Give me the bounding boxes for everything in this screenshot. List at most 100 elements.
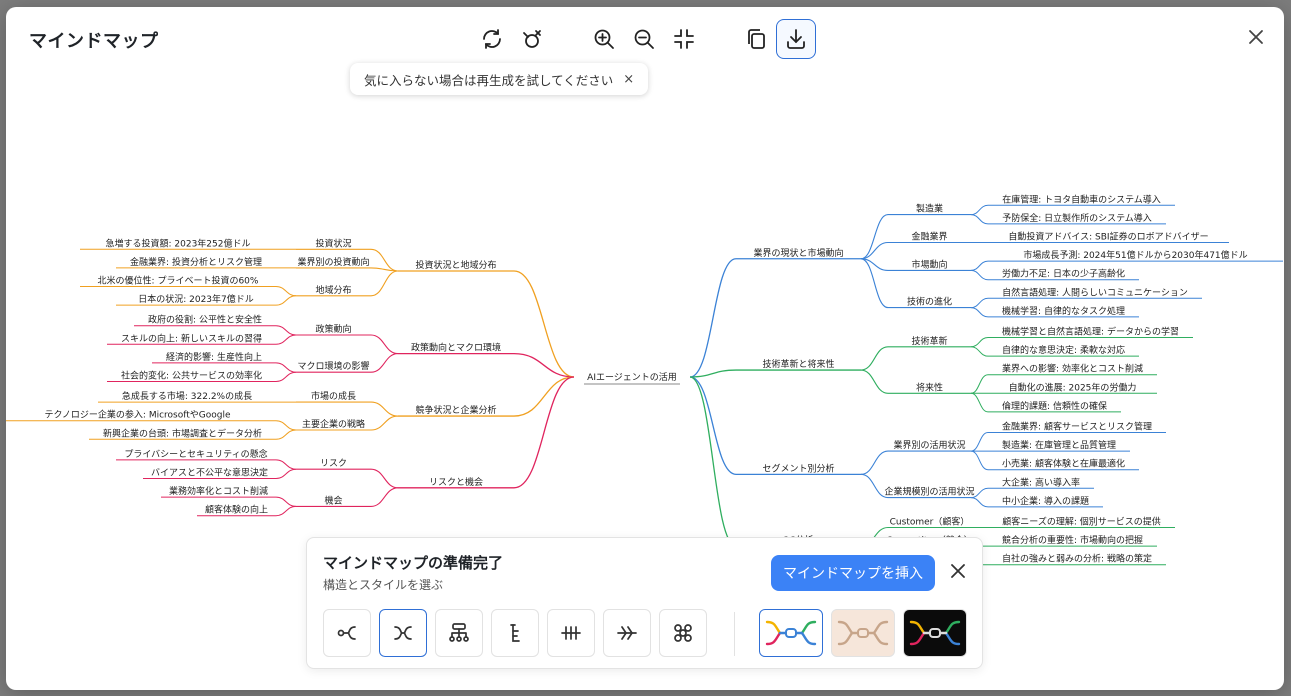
leaf-connector	[275, 468, 297, 479]
leaf-label: 業務効率化とコスト削減	[169, 485, 268, 497]
leaf-label: 金融業界: 投資分析とリスク管理	[130, 256, 262, 268]
leaf-label: 中小企業: 導入の課題	[1002, 495, 1089, 507]
branch-connector	[513, 270, 575, 378]
leaf-connector	[275, 496, 297, 507]
branch-label: 競争状況と企業分析	[415, 404, 496, 416]
layout-fishbone-icon	[617, 626, 637, 640]
leaf-connector	[275, 420, 297, 431]
leaf-connector	[970, 269, 989, 281]
mindmap-dialog: マインドマップ 気に入らない場合は再生成を試してください × AIエージェントの…	[6, 7, 1284, 690]
leaf-label: 業界への影響: 効率化とコスト削減	[1002, 363, 1143, 375]
sub-label: リスク	[320, 458, 347, 469]
leaf-label: 製造業: 在庫管理と品質管理	[1002, 439, 1116, 451]
leaf-connector	[970, 374, 989, 394]
layout-both-button[interactable]	[379, 609, 427, 657]
sub-label: 将来性	[916, 381, 943, 393]
layout-both-icon	[394, 626, 412, 640]
sub-connector	[370, 270, 399, 297]
leaf-label: 急成長する市場: 322.2%の成長	[122, 390, 252, 402]
theme-colorful-button[interactable]	[759, 609, 823, 657]
layout-fishbone-button[interactable]	[603, 609, 651, 657]
leaf-label: テクノロジー企業の参入: MicrosoftやGoogle	[44, 409, 231, 421]
leaf-label: 急増する投資額: 2023年252億ドル	[106, 237, 251, 249]
leaf-label: 経済的影響: 生産性向上	[166, 351, 262, 363]
sub-label: 市場の成長	[311, 390, 356, 402]
sub-label: 政策動向	[315, 323, 351, 335]
leaf-connector	[275, 334, 297, 345]
root-label: AIエージェントの活用	[587, 371, 677, 383]
leaf-connector	[970, 204, 989, 216]
leaf-label: 日本の状況: 2023年7億ドル	[138, 293, 254, 305]
sub-connector	[860, 450, 889, 475]
sub-label: マクロ環境の影響	[297, 360, 369, 372]
sub-label: 投資状況	[315, 237, 351, 249]
sub-label: 技術の進化	[907, 296, 952, 308]
close-icon	[951, 564, 965, 578]
layout-right-button[interactable]	[323, 609, 371, 657]
sub-connector	[370, 487, 399, 507]
panel-divider	[734, 612, 735, 656]
sub-connector	[370, 353, 399, 373]
leaf-connector	[275, 295, 297, 306]
leaf-label: 機械学習: 自律的なタスク処理	[1002, 305, 1125, 317]
sub-label: 製造業	[916, 203, 943, 215]
leaf-label: 自社の強みと弱みの分析: 戦略の策定	[1002, 553, 1152, 565]
structure-style-panel: マインドマップの準備完了 構造とスタイルを選ぶ マインドマップを挿入	[306, 537, 983, 669]
leaf-label: 競合分析の重要性: 市場動向の把握	[1002, 534, 1143, 546]
layout-org-button[interactable]	[435, 609, 483, 657]
leaf-connector	[970, 307, 989, 318]
sub-connector	[860, 369, 889, 394]
sub-connector	[860, 258, 889, 309]
leaf-label: バイアスと不公平な意思決定	[151, 467, 268, 479]
leaf-label: 労働力不足: 日本の少子高齢化	[1002, 268, 1125, 280]
insert-mindmap-button[interactable]: マインドマップを挿入	[771, 555, 935, 591]
leaf-connector	[970, 260, 989, 271]
leaf-label: 倫理的課題: 信頼性の確保	[1002, 400, 1107, 412]
layout-right-icon	[337, 626, 356, 640]
leaf-label: 顧客ニーズの理解: 個別サービスの提供	[1002, 516, 1160, 528]
sub-label: 金融業界	[911, 231, 947, 243]
sub-label: 企業規模別の活用状況	[884, 486, 974, 498]
leaf-label: スキルの向上: 新しいスキルの習得	[121, 332, 262, 344]
branch-connector	[689, 376, 737, 547]
layout-tree-button[interactable]	[491, 609, 539, 657]
leaf-connector	[970, 497, 989, 508]
leaf-connector	[970, 337, 989, 348]
sub-label: 主要企業の戦略	[302, 418, 365, 430]
sub-label: 市場動向	[911, 258, 947, 270]
leaf-label: プライバシーとセキュリティの懸念	[124, 448, 267, 460]
leaf-connector	[275, 459, 297, 470]
leaf-label: 顧客体験の向上	[205, 504, 268, 516]
leaf-label: 政府の役割: 公平性と安全性	[148, 314, 262, 326]
sub-label: 技術革新	[911, 335, 947, 347]
branch-label: リスクと機会	[429, 476, 483, 488]
leaf-label: 自然言語処理: 人間らしいコミュニケーション	[1002, 286, 1188, 298]
branch-connector	[689, 258, 737, 378]
leaf-label: 大企業: 高い導入率	[1002, 476, 1080, 488]
theme-dark-button[interactable]	[903, 609, 967, 657]
leaf-label: 予防保全: 日立製作所のシステム導入	[1002, 212, 1152, 224]
layout-radial-button[interactable]	[659, 609, 707, 657]
panel-close-button[interactable]	[947, 560, 969, 582]
sub-label: 地域分布	[315, 284, 351, 296]
branch-label: 業界の現状と市場動向	[753, 247, 843, 259]
sub-label: Customer（顧客）	[890, 516, 970, 528]
leaf-connector	[275, 429, 297, 440]
leaf-connector	[275, 371, 297, 382]
theme-beige-button[interactable]	[831, 609, 895, 657]
leaf-label: 在庫管理: トヨタ自動車のシステム導入	[1002, 193, 1161, 205]
sub-connector	[370, 468, 399, 489]
layout-tree-icon	[510, 624, 520, 642]
leaf-label: 小売業: 顧客体験と在庫最適化	[1002, 458, 1125, 470]
sub-label: 業界別の投資動向	[297, 256, 369, 268]
layout-timeline-button[interactable]	[547, 609, 595, 657]
leaf-connector	[275, 362, 297, 373]
sub-connector	[370, 334, 399, 355]
branch-label: セグメント別分析	[762, 462, 834, 474]
layout-org-icon	[449, 623, 469, 642]
theme-dark-icon	[909, 620, 961, 646]
leaf-connector	[275, 286, 297, 297]
branch-label: 政策動向とマクロ環境	[411, 342, 501, 354]
sub-connector	[860, 214, 889, 260]
leaf-connector	[275, 325, 297, 336]
